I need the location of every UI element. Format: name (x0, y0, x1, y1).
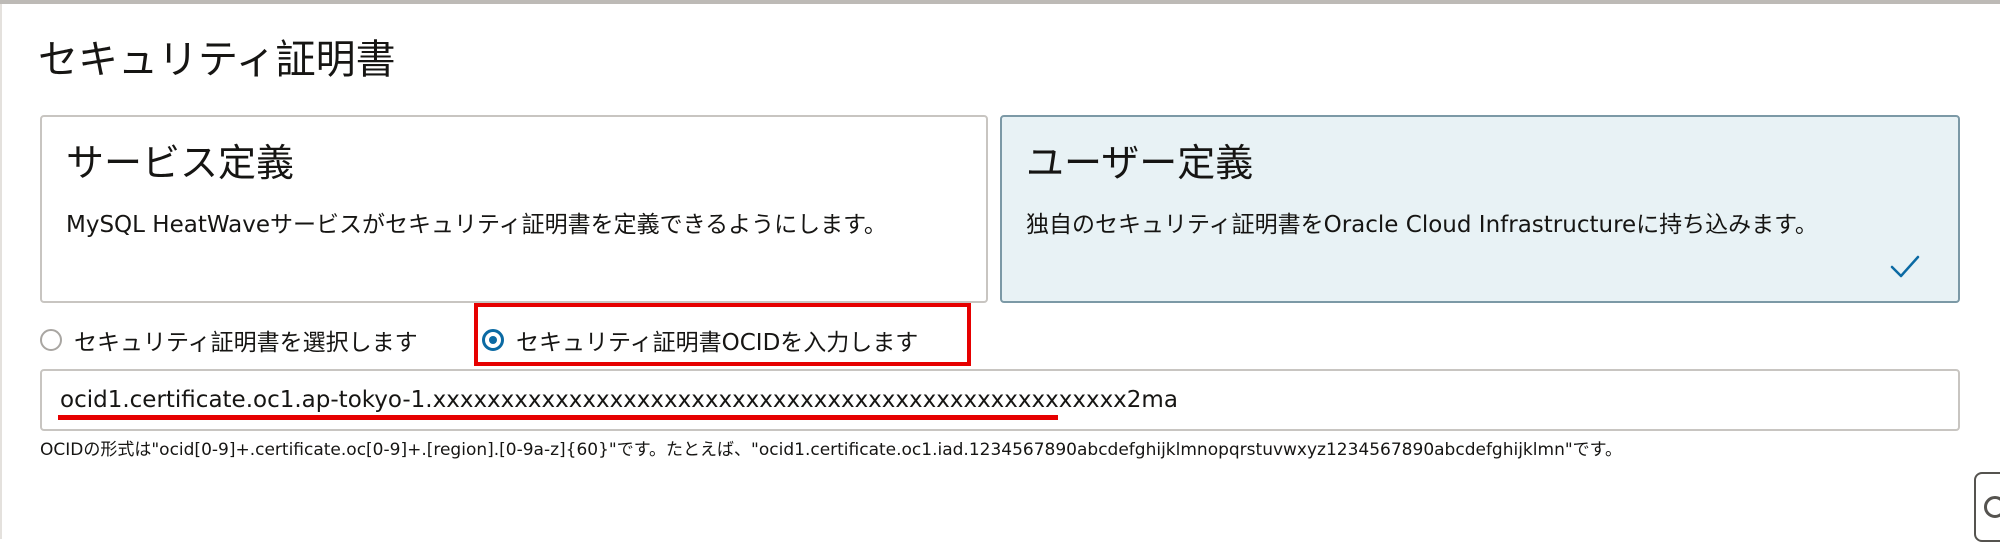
left-border (0, 4, 2, 539)
ocid-input[interactable] (40, 369, 1960, 431)
card-description: MySQL HeatWaveサービスがセキュリティ証明書を定義できるようにします… (66, 212, 887, 238)
radio-select-certificate[interactable]: セキュリティ証明書を選択します (40, 317, 418, 363)
card-user-defined[interactable]: ユーザー定義 独自のセキュリティ証明書をOracle Cloud Infrast… (1000, 115, 1960, 303)
check-icon (1890, 255, 1920, 278)
top-border (0, 0, 2000, 4)
card-title: サービス定義 (66, 141, 295, 185)
card-description: 独自のセキュリティ証明書をOracle Cloud Infrastructure… (1026, 212, 1818, 238)
section-title: セキュリティ証明書 (38, 37, 396, 83)
card-title: ユーザー定義 (1026, 141, 1254, 185)
help-widget-icon[interactable] (1974, 472, 2000, 542)
card-service-defined[interactable]: サービス定義 MySQL HeatWaveサービスがセキュリティ証明書を定義でき… (40, 115, 988, 303)
annotation-highlight-box (474, 303, 971, 366)
ocid-format-hint: OCIDの形式は"ocid[0-9]+.certificate.oc[0-9]+… (40, 440, 1622, 460)
radio-button-unchecked[interactable] (40, 329, 62, 351)
help-widget-inner (1984, 496, 2000, 518)
annotation-underline (58, 415, 1058, 420)
radio-label: セキュリティ証明書を選択します (74, 330, 418, 356)
